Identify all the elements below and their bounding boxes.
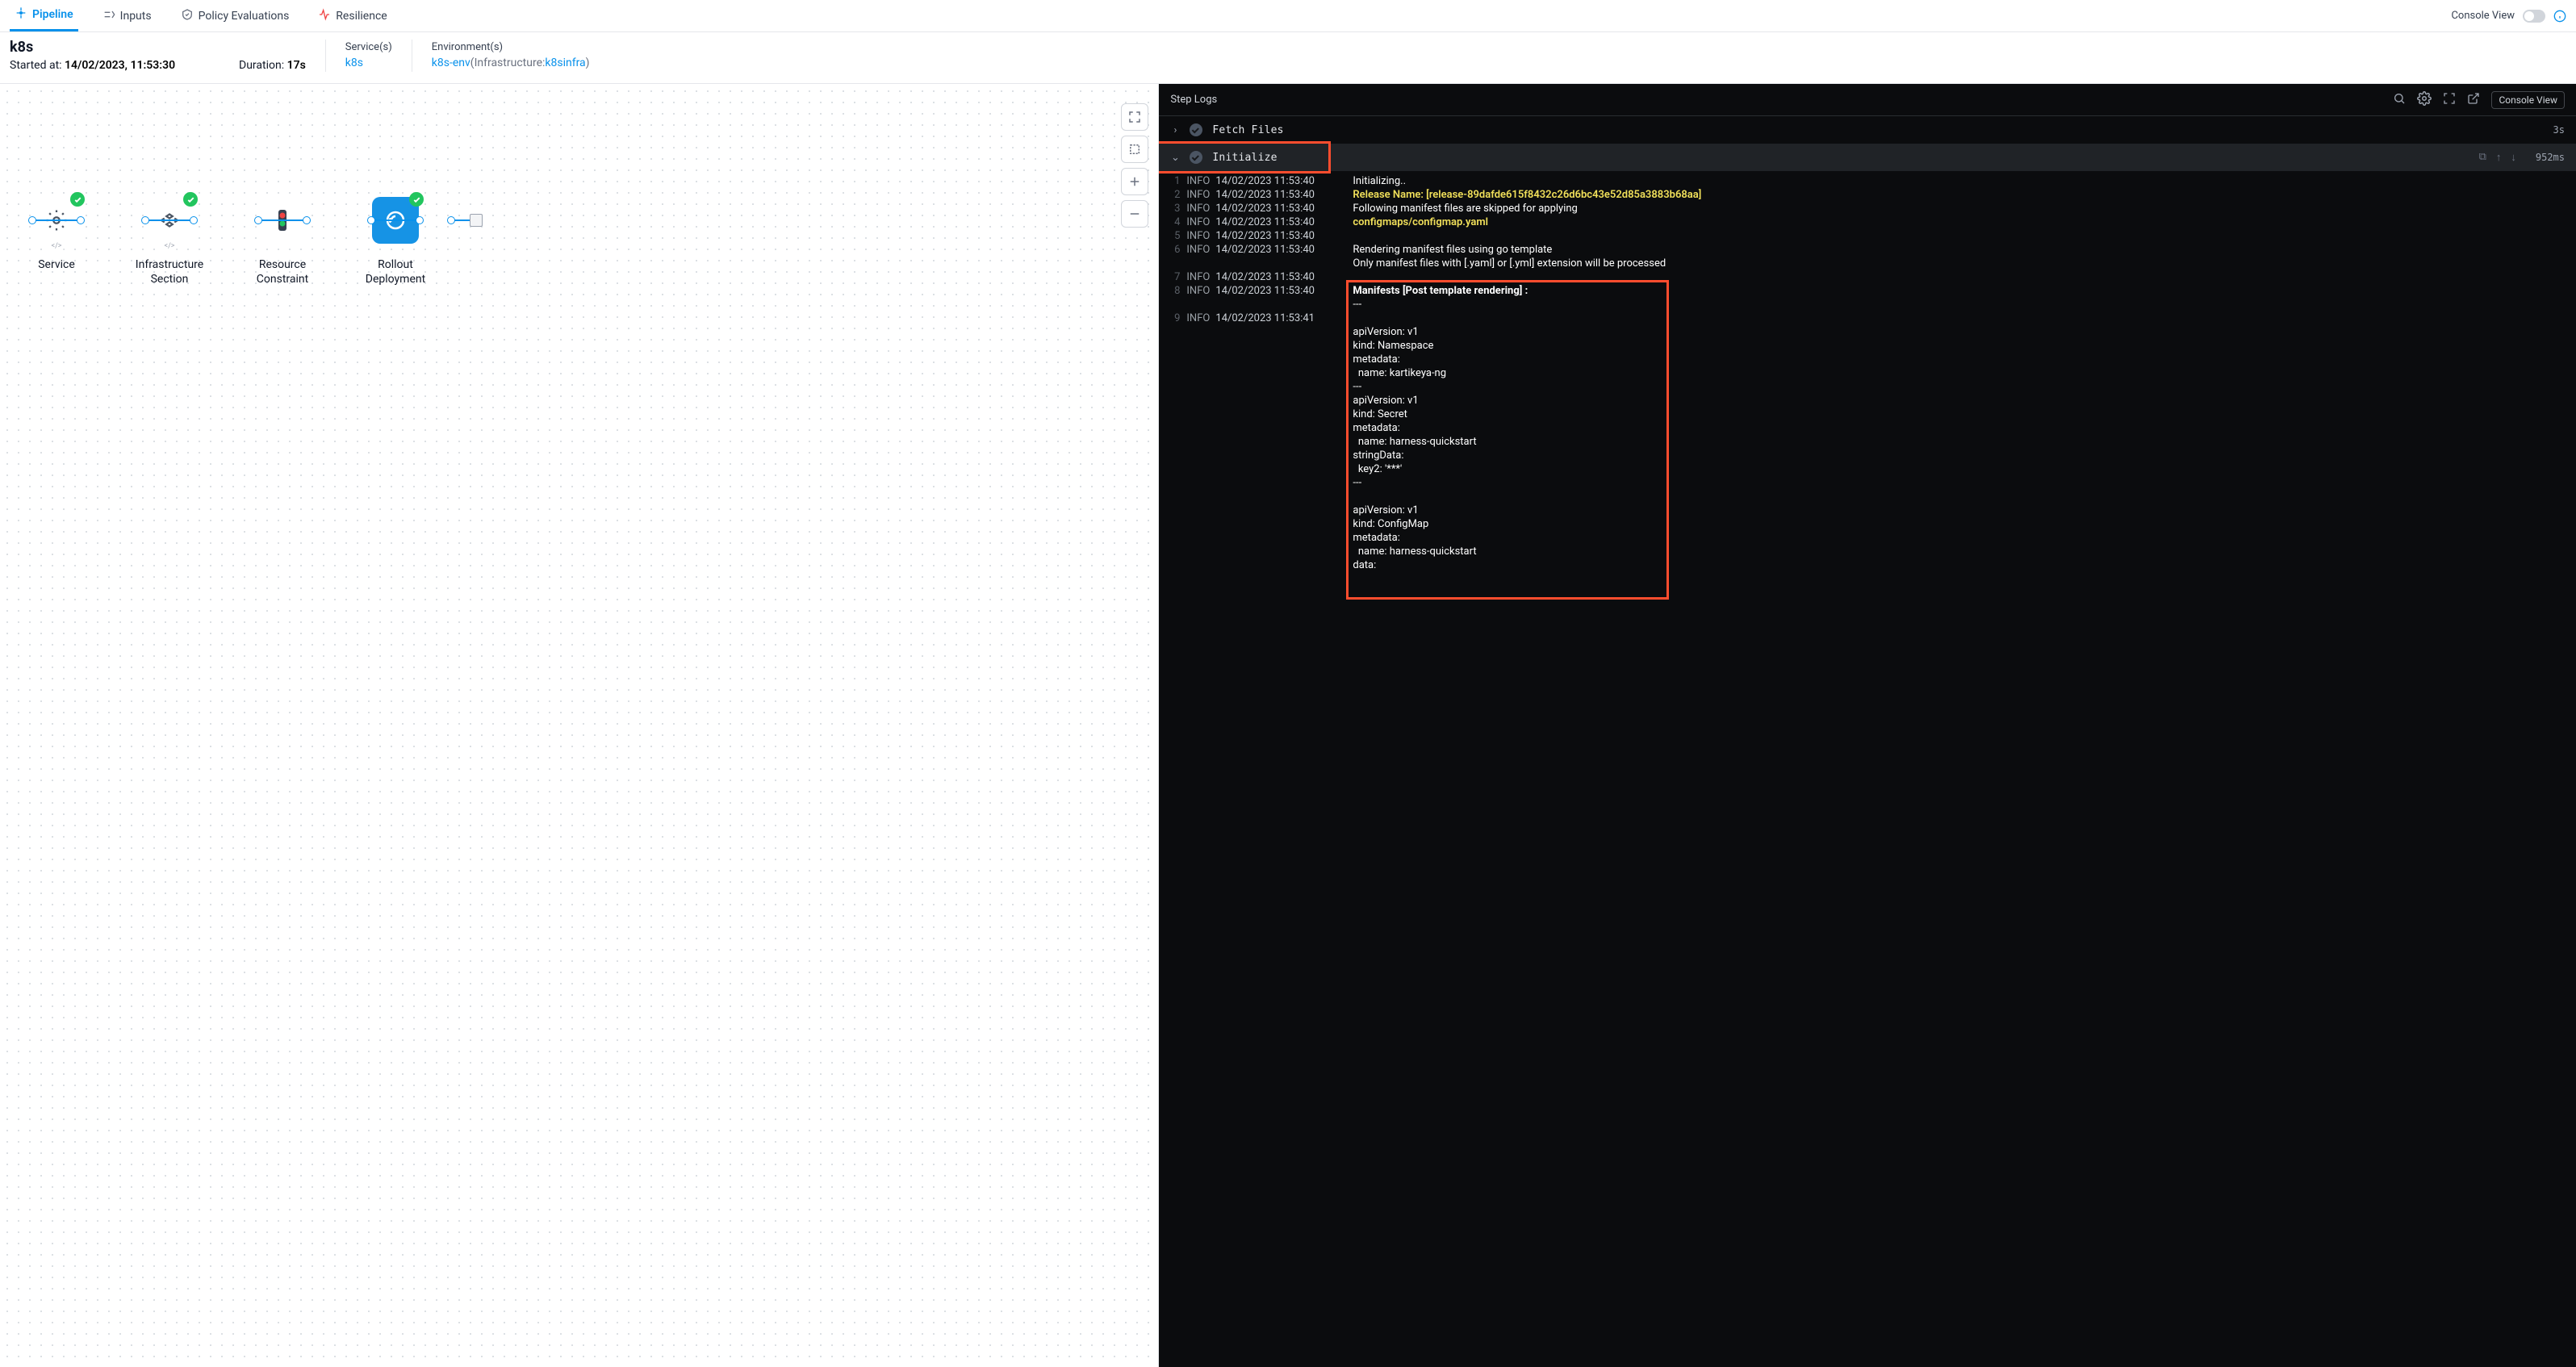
environment-link[interactable]: k8s-env [432, 56, 470, 69]
log-line: stringData: [1159, 449, 2576, 462]
log-section-label: Fetch Files [1212, 124, 2543, 136]
log-line: 4INFO14/02/2023 11:53:40configmaps/confi… [1159, 215, 2576, 229]
tab-label: Pipeline [32, 8, 73, 21]
log-line: name: kartikeya-ng [1159, 366, 2576, 380]
log-section-header[interactable]: ⌄ Initialize ⧉ ↑ ↓ 952ms [1159, 144, 2576, 171]
policy-icon [181, 8, 194, 24]
chevron-down-icon: ⌄ [1170, 152, 1180, 164]
started-label: Started at: [10, 59, 62, 72]
log-section-duration: 952ms [2536, 152, 2565, 163]
node-label: ResourceConstraint [257, 258, 308, 286]
log-section-label: Initialize [1212, 152, 1328, 164]
log-line: apiVersion: v1 [1159, 504, 2576, 517]
popout-icon[interactable] [2467, 92, 2480, 108]
infra-label: Infrastructure: [475, 56, 546, 69]
log-line [1159, 490, 2576, 504]
log-line: 9INFO14/02/2023 11:53:41 [1159, 311, 2576, 325]
log-line: 2INFO14/02/2023 11:53:40Release Name: [r… [1159, 188, 2576, 202]
success-check-icon [183, 192, 198, 207]
log-line: name: harness-quickstart [1159, 435, 2576, 449]
zoom-out-button[interactable] [1121, 200, 1148, 228]
services-label: Service(s) [345, 41, 392, 53]
log-line: 1INFO14/02/2023 11:53:40Initializing.. [1159, 174, 2576, 188]
log-line: kind: ConfigMap [1159, 517, 2576, 531]
select-button[interactable] [1121, 136, 1148, 163]
logs-title: Step Logs [1170, 94, 2393, 106]
tab-pipeline[interactable]: Pipeline [10, 0, 78, 31]
tab-label: Inputs [120, 10, 152, 23]
log-line: --- [1159, 380, 2576, 394]
scroll-bottom-icon[interactable]: ↓ [2511, 151, 2516, 164]
inputs-icon [102, 8, 115, 24]
pipeline-icon [15, 6, 27, 23]
log-line: --- [1159, 476, 2576, 490]
log-line: apiVersion: v1 [1159, 325, 2576, 339]
status-ok-icon [1190, 151, 1202, 164]
success-check-icon [70, 192, 85, 207]
log-line: --- [1159, 298, 2576, 311]
chevron-right-icon: › [1170, 124, 1180, 136]
log-line: 3INFO14/02/2023 11:53:40Following manife… [1159, 202, 2576, 215]
node-label: InfrastructureSection [136, 258, 203, 286]
log-line: kind: Secret [1159, 408, 2576, 421]
pipeline-end-node[interactable] [470, 214, 483, 227]
info-icon[interactable] [2553, 10, 2566, 23]
resilience-icon [318, 8, 331, 24]
log-line: apiVersion: v1 [1159, 394, 2576, 408]
top-tabs: Pipeline Inputs Policy Evaluations Resil… [0, 0, 2576, 32]
started-value: 14/02/2023, 11:53:30 [65, 59, 175, 72]
service-link[interactable]: k8s [345, 56, 363, 69]
duration-value: 17s [287, 59, 306, 72]
step-logs-panel: Step Logs Console View › Fetch Files 3s ⌄ In… [1159, 84, 2576, 1367]
code-badge: </> [163, 242, 177, 250]
console-view-toggle[interactable] [2523, 10, 2545, 23]
pipeline-name: k8s [10, 39, 200, 56]
main-area: </> Service </> InfrastructureSection Resour… [0, 84, 2576, 1367]
environments-label: Environment(s) [432, 41, 590, 53]
pipeline-node[interactable]: ResourceConstraint [226, 197, 339, 286]
copy-icon[interactable]: ⧉ [2479, 151, 2486, 164]
log-line: Only manifest files with [.yaml] or [.ym… [1159, 257, 2576, 270]
status-ok-icon [1190, 123, 1202, 136]
log-line: name: harness-quickstart [1159, 545, 2576, 558]
tab-policy-evaluations[interactable]: Policy Evaluations [176, 0, 295, 31]
log-line: metadata: [1159, 531, 2576, 545]
pipeline-node[interactable]: </> InfrastructureSection [113, 197, 226, 286]
gear-icon[interactable] [2417, 91, 2432, 109]
node-label: RolloutDeployment [366, 258, 425, 286]
duration-label: Duration: [239, 59, 284, 72]
scroll-top-icon[interactable]: ↑ [2496, 151, 2502, 164]
tab-inputs[interactable]: Inputs [98, 0, 157, 31]
pipeline-summary-bar: k8s Started at: 14/02/2023, 11:53:30 Dur… [0, 32, 2576, 84]
log-line: 8INFO14/02/2023 11:53:40Manifests [Post … [1159, 284, 2576, 298]
log-line: 6INFO14/02/2023 11:53:40Rendering manife… [1159, 243, 2576, 257]
pipeline-canvas[interactable]: </> Service </> InfrastructureSection Resour… [0, 84, 1159, 1367]
node-label: Service [38, 258, 75, 273]
search-icon[interactable] [2393, 92, 2406, 108]
expand-icon[interactable] [2443, 92, 2456, 108]
log-line: kind: Namespace [1159, 339, 2576, 353]
code-badge: </> [50, 242, 64, 250]
console-view-button[interactable]: Console View [2491, 91, 2565, 109]
log-line: 7INFO14/02/2023 11:53:40 [1159, 270, 2576, 284]
pipeline-node[interactable]: RolloutDeployment [339, 197, 452, 286]
tab-label: Resilience [336, 10, 387, 23]
fit-to-screen-button[interactable] [1121, 103, 1148, 131]
log-line: data: [1159, 558, 2576, 572]
log-line: 5INFO14/02/2023 11:53:40 [1159, 229, 2576, 243]
tab-label: Policy Evaluations [199, 10, 290, 23]
pipeline-node[interactable]: </> Service [0, 197, 113, 273]
log-line: metadata: [1159, 421, 2576, 435]
infra-link[interactable]: k8sinfra [545, 56, 585, 69]
tab-resilience[interactable]: Resilience [313, 0, 391, 31]
console-view-label: Console View [2451, 10, 2515, 22]
log-line: metadata: [1159, 353, 2576, 366]
log-section-body: 1INFO14/02/2023 11:53:40Initializing..2I… [1159, 171, 2576, 577]
log-section-duration: 3s [2553, 124, 2565, 136]
log-line: key2: '***' [1159, 462, 2576, 476]
log-section-header[interactable]: › Fetch Files 3s [1159, 116, 2576, 144]
zoom-in-button[interactable] [1121, 168, 1148, 195]
success-check-icon [409, 192, 424, 207]
